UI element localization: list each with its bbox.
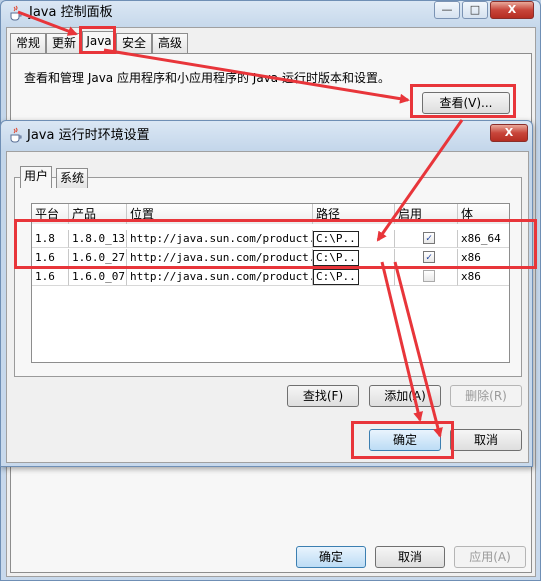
remove-button[interactable]: 删除(R) (450, 385, 522, 407)
cell-path-container: C:\P... (313, 268, 395, 286)
dialog-cancel-button[interactable]: 取消 (450, 429, 522, 451)
tab-security[interactable]: 安全 (116, 33, 152, 53)
find-button[interactable]: 查找(F) (287, 385, 359, 407)
table-row[interactable]: 1.6 1.6.0_07 http://java.sun.com/product… (32, 268, 509, 286)
cell-location: http://java.sun.com/product... (127, 268, 313, 286)
ok-button[interactable]: 确定 (296, 546, 366, 568)
highlight-box-view-button (410, 84, 516, 118)
cell-arch: x86 (458, 268, 509, 286)
tab-general[interactable]: 常规 (10, 33, 46, 53)
java-cup-icon (9, 127, 23, 143)
cell-enabled (395, 268, 458, 286)
cell-path[interactable]: C:\P... (313, 269, 359, 285)
java-cup-icon (9, 5, 23, 21)
cancel-button[interactable]: 取消 (375, 546, 445, 568)
cell-platform: 1.6 (32, 268, 69, 286)
dialog-title: Java 运行时环境设置 (27, 128, 150, 143)
jre-settings-dialog: Java 运行时环境设置 X 用户 系统 平台 产品 位置 路径 启用 体 1.… (0, 120, 533, 467)
java-description: 查看和管理 Java 应用程序和小应用程序的 Java 运行时版本和设置。 (24, 71, 390, 85)
tab-user[interactable]: 用户 (20, 166, 52, 188)
highlight-box-jre-rows (14, 219, 537, 269)
cell-product: 1.6.0_07 (69, 268, 127, 286)
apply-button[interactable]: 应用(A) (454, 546, 526, 568)
add-button[interactable]: 添加(A) (369, 385, 441, 407)
tab-advanced[interactable]: 高级 (152, 33, 188, 53)
close-button[interactable]: X (490, 1, 534, 19)
tab-update[interactable]: 更新 (46, 33, 82, 53)
minimize-button[interactable]: — (434, 1, 460, 19)
dialog-close-button[interactable]: X (490, 124, 528, 142)
maximize-button[interactable]: □ (462, 1, 488, 19)
window-title: Java 控制面板 (29, 5, 113, 20)
highlight-box-java-tab (79, 26, 116, 54)
enabled-checkbox[interactable] (423, 270, 435, 282)
highlight-box-ok-button (351, 421, 454, 459)
tab-system[interactable]: 系统 (56, 168, 88, 188)
